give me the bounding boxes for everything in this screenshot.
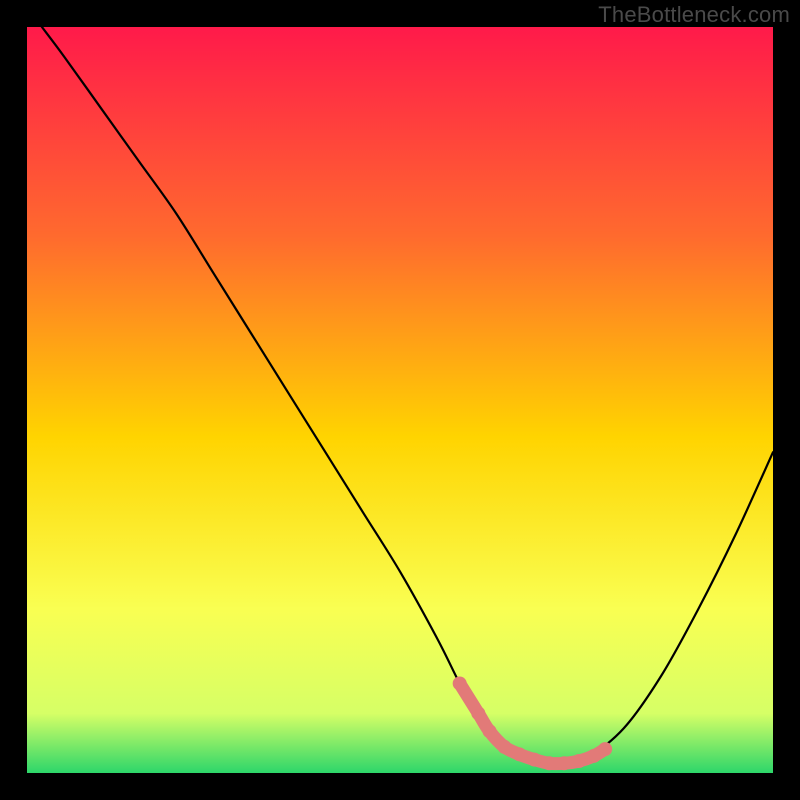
plot-frame [27, 27, 773, 773]
optimal-marker [497, 740, 511, 754]
optimal-marker [483, 724, 497, 738]
bottleneck-chart [27, 27, 773, 773]
optimal-marker [557, 756, 571, 770]
gradient-background [27, 27, 773, 773]
chart-outer-frame: TheBottleneck.com [0, 0, 800, 800]
optimal-marker [527, 753, 541, 767]
optimal-marker [512, 747, 526, 761]
optimal-marker [598, 742, 612, 756]
optimal-marker [471, 706, 485, 720]
optimal-marker [572, 754, 586, 768]
optimal-marker [453, 676, 467, 690]
optimal-marker [542, 756, 556, 770]
watermark-text: TheBottleneck.com [598, 2, 790, 28]
